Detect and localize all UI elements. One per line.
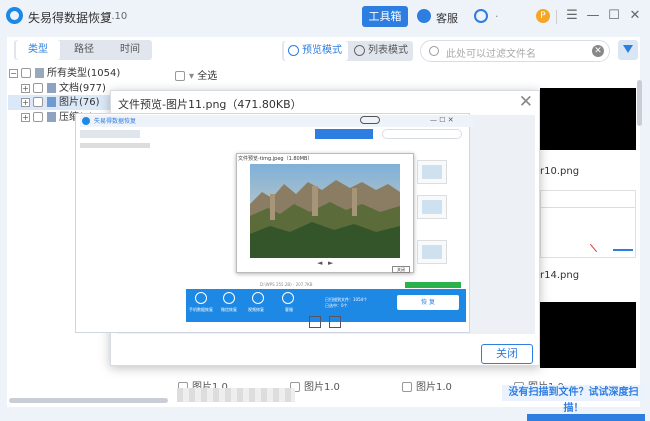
nested-title-bar [80,115,473,127]
list-mode-icon [354,45,365,56]
tab-path[interactable]: 路径 [62,40,106,60]
preview-mode-button[interactable]: 预览模式 [284,41,348,61]
menu-icon[interactable]: ☰ [564,8,580,24]
nested-label: 微信恢复 [221,307,237,312]
nested-footer-path: D:\WPS 255.2B) - 207.7KB [260,282,313,287]
view-mode-toggle: 预览模式 列表模式 [282,41,413,61]
nested-tabs [80,130,140,138]
archive-icon [47,112,56,122]
checkbox[interactable] [402,382,412,392]
nested-next-icon: ► [328,259,334,267]
tree-item-label: 文档(977) [59,83,106,94]
deep-scan-link[interactable]: 没有扫描到文件？试试深度扫描！ [502,385,645,414]
divider [556,10,557,24]
checkbox[interactable] [21,68,31,78]
nested-preview-close: 关闭 [392,266,410,273]
nested-preview-title: 文件预览-timg.jpeg（1.80MB） [238,156,313,162]
sidebar-tabs: 类型 路径 时间 [14,40,152,60]
tree-item-label: 所有类型(1054) [47,68,121,79]
file-name[interactable]: r10.png [540,166,579,177]
list-mode-label: 列表模式 [368,45,408,56]
nested-label: 手机数据恢复 [189,307,213,312]
headset-dot: · [495,10,499,23]
nested-app-name: 失易得数据恢复 [94,118,137,125]
tree-item-documents[interactable]: + 文档(977) [21,81,106,96]
headset-icon[interactable] [474,9,488,23]
coin-icon[interactable]: P [536,9,550,23]
nested-mode [315,129,373,139]
app-version: 7.10 [105,11,128,22]
filter-button[interactable] [618,40,638,60]
maximize-button[interactable]: ☐ [606,8,622,24]
file-thumbnail[interactable] [540,190,636,258]
nested-video-icon [252,292,264,304]
preview-mode-icon [288,45,299,56]
landscape-photo [250,164,400,258]
tree-item-label: 图片(76) [59,97,100,108]
close-dialog-button[interactable]: 关闭 [481,344,533,364]
nested-stats: 已扫描到文件：1054个 已选中：0个 [325,297,368,308]
nested-search [382,129,462,139]
nested-row [80,143,150,148]
search-icon [429,46,439,56]
expand-icon[interactable]: + [21,83,30,93]
select-all-label: 全选 [197,71,218,82]
select-all[interactable]: ▾ 全选 [175,67,217,82]
nested-toolbox [360,116,380,124]
folder-icon [35,68,44,78]
nested-prev-icon: ◄ [317,259,323,267]
file-thumbnail[interactable] [540,88,636,150]
expand-icon[interactable]: + [21,112,30,122]
nested-recover-button: 恢 复 [397,295,459,310]
nested-thumb [417,160,447,184]
nested-thumb [417,240,447,264]
preview-mode-label: 预览模式 [302,45,342,56]
nested-wechat-icon [223,292,235,304]
horizontal-scrollbar[interactable] [9,398,168,403]
search-placeholder: 此处可以过滤文件名 [446,49,536,60]
nested-label: 客服 [285,307,293,312]
tree-item-all[interactable]: − 所有类型(1054) [9,66,120,81]
clear-icon[interactable]: ✕ [592,45,604,57]
checkbox[interactable] [175,71,185,81]
fit-screen-icon[interactable] [309,316,321,328]
tab-time[interactable]: 时间 [108,40,152,60]
close-icon[interactable]: ✕ [519,92,533,112]
expand-icon[interactable]: + [21,97,30,107]
nested-phone-icon [195,292,207,304]
chevron-down-icon: ▾ [189,71,198,82]
minimize-button[interactable]: — [585,8,601,24]
nested-green-bar [405,282,461,288]
file-thumbnail[interactable] [540,302,636,368]
checkbox[interactable] [33,97,43,107]
tab-type[interactable]: 类型 [16,40,60,60]
checkbox[interactable] [33,112,43,122]
collapse-icon[interactable]: − [9,68,18,78]
nested-window-controls: — ☐ ✕ [430,116,454,124]
search-input[interactable]: 此处可以过滤文件名 ✕ [420,40,610,62]
nested-thumb [417,195,447,219]
recover-button[interactable] [527,414,645,421]
toolbox-button[interactable]: 工具箱 [362,6,408,27]
customer-service-icon[interactable] [417,9,431,23]
customer-service-label[interactable]: 客服 [436,10,458,26]
nested-service-icon [282,292,294,304]
checkbox[interactable] [33,83,43,93]
nested-logo-icon [82,117,90,125]
close-button[interactable]: ✕ [627,8,643,24]
blurred-path [177,388,295,402]
document-icon [47,83,56,93]
file-name[interactable]: r14.png [540,270,579,281]
app-logo-icon [6,7,23,24]
nested-label: 视频修复 [248,307,264,312]
image-icon [47,97,56,107]
app-name: 失易得数据恢复 [28,11,113,25]
vertical-scrollbar[interactable] [637,80,642,126]
file-name[interactable]: 图片1.0 [402,378,452,393]
file-name[interactable]: 图片1.0 [290,378,340,393]
dialog-title: 文件预览-图片11.png（471.80KB） [118,98,302,111]
actual-size-icon[interactable] [329,316,341,328]
list-mode-button[interactable]: 列表模式 [350,41,413,61]
